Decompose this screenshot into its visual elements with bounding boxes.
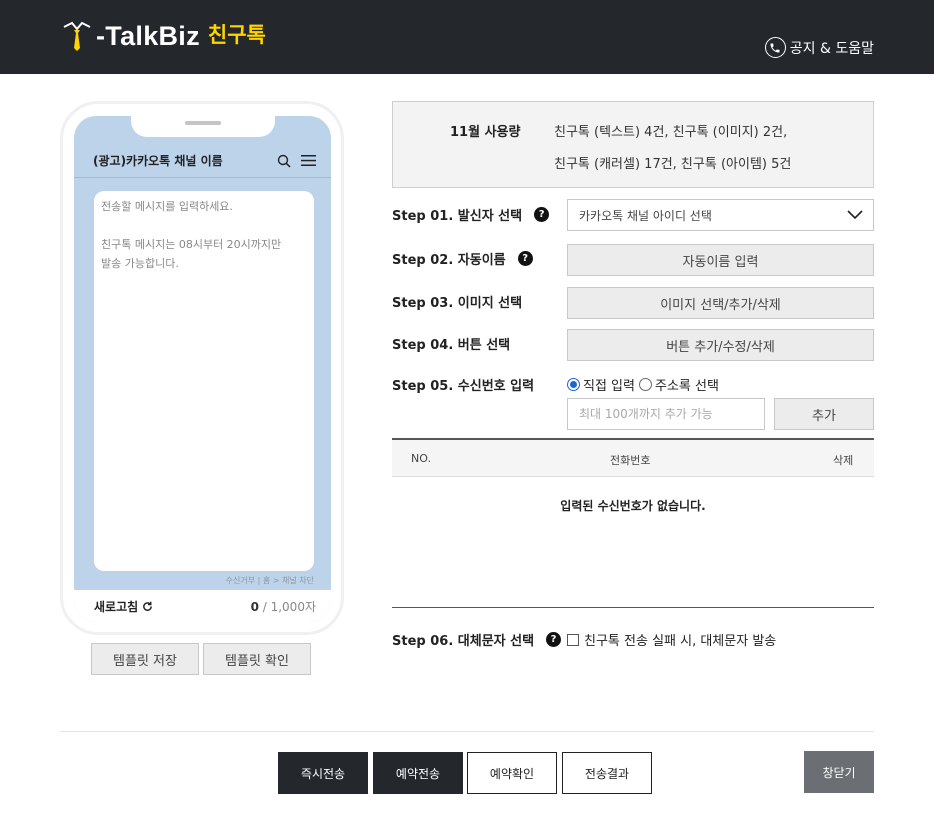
usage-summary: 11월 사용량 친구톡 (텍스트) 4건, 친구톡 (이미지) 2건, 친구톡 … xyxy=(392,101,874,188)
template-check-button[interactable]: 템플릿 확인 xyxy=(203,643,311,675)
block-notice: 수신거부 | 홈 > 채널 차단 xyxy=(225,576,314,585)
phone-notch xyxy=(131,116,275,137)
usage-line-2: 친구톡 (캐러셀) 17건, 친구톡 (아이템) 5건 xyxy=(554,157,792,172)
send-reserved-button[interactable]: 예약전송 xyxy=(373,752,463,794)
channel-name: (광고)카카오톡 채널 이름 xyxy=(93,154,223,168)
recipient-table: NO. 전화번호 삭제 입력된 수신번호가 없습니다. xyxy=(392,438,874,608)
usage-line-1: 친구톡 (텍스트) 4건, 친구톡 (이미지) 2건, xyxy=(554,125,788,140)
logo-subtitle: 친구톡 xyxy=(207,23,266,47)
fallback-sms-checkbox[interactable] xyxy=(567,633,579,646)
step6-label: Step 06. 대체문자 선택? xyxy=(392,630,562,649)
notch-speaker xyxy=(185,121,221,125)
reserved-check-button[interactable]: 예약확인 xyxy=(467,752,557,794)
help-question-icon[interactable]: ? xyxy=(534,207,550,222)
refresh-button[interactable]: 새로고침 xyxy=(94,598,153,615)
menu-icon xyxy=(301,155,316,166)
help-label: 공지 & 도움말 xyxy=(789,40,874,57)
phone-footer: 새로고침 0 / 1,000자 xyxy=(74,590,331,622)
button-edit-button[interactable]: 버튼 추가/수정/삭제 xyxy=(567,329,874,361)
recipient-number-input[interactable] xyxy=(567,398,765,430)
tie-icon xyxy=(63,21,91,51)
table-header: NO. 전화번호 삭제 xyxy=(392,440,874,477)
phone-screen: (광고)카카오톡 채널 이름 전송할 메시지를 입력하세요. 친구톡 메시지는 … xyxy=(74,116,331,622)
usage-month: 11월 사용량 xyxy=(450,125,521,140)
search-icon xyxy=(277,154,291,168)
phone-icon xyxy=(764,37,786,58)
empty-message: 입력된 수신번호가 없습니다. xyxy=(560,499,706,513)
char-count: 0 / 1,000자 xyxy=(251,598,316,615)
refresh-label: 새로고침 xyxy=(94,599,139,614)
close-window-button[interactable]: 창닫기 xyxy=(804,751,874,793)
col-no: NO. xyxy=(411,452,431,465)
send-now-button[interactable]: 즉시전송 xyxy=(278,752,368,794)
refresh-icon xyxy=(143,601,153,611)
chat-header: (광고)카카오톡 채널 이름 xyxy=(74,144,331,178)
help-link[interactable]: 공지 & 도움말 xyxy=(764,37,874,58)
talkbiz-logo: -TalkBiz 친구톡 xyxy=(62,14,266,58)
add-number-button[interactable]: 추가 xyxy=(774,398,874,430)
image-select-button[interactable]: 이미지 선택/추가/삭제 xyxy=(567,287,874,319)
sender-select[interactable]: 카카오톡 채널 아이디 선택 xyxy=(567,199,874,231)
chevron-down-icon xyxy=(847,210,863,220)
step6-label-text: Step 06. 대체문자 선택 xyxy=(392,634,535,649)
step3-label: Step 03. 이미지 선택 xyxy=(392,296,523,311)
message-input[interactable]: 전송할 메시지를 입력하세요. 친구톡 메시지는 08시부터 20시까지만 발송… xyxy=(94,191,314,571)
radio-direct[interactable] xyxy=(567,378,580,391)
fallback-sms-option: 친구톡 전송 실패 시, 대체문자 발송 xyxy=(567,630,776,649)
auto-name-button[interactable]: 자동이름 입력 xyxy=(567,244,874,276)
radio-address-book[interactable] xyxy=(638,378,652,391)
template-save-button[interactable]: 템플릿 저장 xyxy=(91,643,199,675)
step5-label: Step 05. 수신번호 입력 xyxy=(392,379,535,394)
phone-preview: (광고)카카오톡 채널 이름 전송할 메시지를 입력하세요. 친구톡 메시지는 … xyxy=(60,101,344,635)
char-count-current: 0 xyxy=(250,599,259,614)
fallback-sms-label: 친구톡 전송 실패 시, 대체문자 발송 xyxy=(584,634,777,649)
radio-address-book-label: 주소록 선택 xyxy=(654,379,719,394)
sender-select-value: 카카오톡 채널 아이디 선택 xyxy=(579,208,712,223)
top-header: -TalkBiz 친구톡 공지 & 도움말 xyxy=(0,0,934,74)
step2-label-text: Step 02. 자동이름 xyxy=(392,253,506,268)
step4-label: Step 04. 버튼 선택 xyxy=(392,338,511,353)
step2-label: Step 02. 자동이름? xyxy=(392,249,533,268)
logo-text: -TalkBiz xyxy=(96,20,200,51)
send-result-button[interactable]: 전송결과 xyxy=(562,752,652,794)
step1-label: Step 01. 발신자 선택? xyxy=(392,205,550,224)
recipient-mode: 직접 입력 주소록 선택 xyxy=(567,375,719,394)
help-question-icon[interactable]: ? xyxy=(517,251,533,266)
radio-direct-label: 직접 입력 xyxy=(583,379,635,394)
char-count-max: / 1,000자 xyxy=(258,599,316,614)
help-question-icon[interactable]: ? xyxy=(546,632,562,647)
col-delete: 삭제 xyxy=(833,454,854,467)
col-phone: 전화번호 xyxy=(610,454,651,467)
step1-label-text: Step 01. 발신자 선택 xyxy=(392,209,523,224)
template-buttons: 템플릿 저장 템플릿 확인 xyxy=(91,643,311,675)
footer-divider xyxy=(60,731,874,732)
